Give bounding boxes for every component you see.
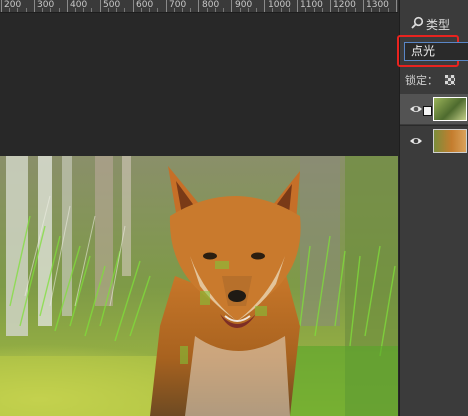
- search-icon: [411, 16, 424, 29]
- ruler-minor-tick: [83, 8, 85, 12]
- horizontal-ruler[interactable]: 200 300 400 500 600 700 800 900 1000 110…: [0, 0, 398, 13]
- ruler-major-tick: [264, 0, 266, 12]
- ruler-minor-tick: [140, 8, 142, 12]
- ruler-minor-tick: [239, 8, 241, 12]
- ruler-major-tick: [297, 0, 299, 12]
- ruler-minor-tick: [206, 8, 208, 12]
- filter-kind-label[interactable]: 类型: [426, 18, 450, 32]
- ruler-label: 700: [169, 0, 187, 10]
- layers-panel: 类型 点光 锁定：: [397, 0, 468, 416]
- ruler-major-tick: [330, 0, 331, 12]
- ruler-minor-tick: [288, 8, 290, 12]
- ruler-minor-tick: [223, 8, 224, 12]
- ruler-label: 300: [37, 0, 55, 10]
- ruler-minor-tick: [190, 8, 192, 12]
- ruler-minor-tick: [157, 8, 159, 12]
- ruler-major-tick: [66, 0, 68, 12]
- ruler-minor-tick: [50, 8, 52, 12]
- ruler-label: 500: [103, 0, 121, 10]
- ruler-minor-tick: [149, 8, 150, 12]
- ruler-label: 1300: [366, 0, 389, 10]
- ruler-minor-tick: [214, 8, 216, 12]
- ruler-major-tick: [198, 0, 200, 12]
- ruler-label: 1200: [333, 0, 356, 10]
- ruler-minor-tick: [255, 8, 257, 12]
- layer-row[interactable]: [400, 125, 468, 155]
- ruler-minor-tick: [173, 8, 175, 12]
- ruler-minor-tick: [9, 8, 11, 12]
- ruler-minor-tick: [354, 8, 356, 12]
- eye-icon[interactable]: [409, 134, 423, 148]
- smart-object-badge-icon: [423, 106, 432, 116]
- eye-icon[interactable]: [409, 102, 423, 116]
- ruler-major-tick: [231, 0, 233, 12]
- layer-thumbnail[interactable]: [433, 129, 467, 153]
- ruler-minor-tick: [42, 8, 44, 12]
- ruler-major-tick: [362, 0, 364, 12]
- ruler-major-tick: [132, 0, 134, 12]
- ruler-minor-tick: [272, 8, 274, 12]
- ruler-minor-tick: [124, 8, 126, 12]
- ruler-major-tick: [99, 0, 101, 12]
- ruler-label: 600: [136, 0, 154, 10]
- ruler-minor-tick: [116, 8, 118, 12]
- ruler-major-tick: [33, 0, 35, 12]
- lock-row: 锁定：: [400, 70, 468, 90]
- blend-mode-select[interactable]: 点光: [404, 42, 468, 61]
- ruler-label: 400: [70, 0, 88, 10]
- ruler-minor-tick: [58, 8, 60, 12]
- ruler-label: 800: [202, 0, 220, 10]
- fox-photo-image: [0, 156, 398, 416]
- ruler-minor-tick: [371, 8, 373, 12]
- ruler-label: 200: [4, 0, 22, 10]
- ruler-minor-tick: [346, 8, 348, 12]
- ruler-minor-tick: [247, 8, 249, 12]
- ruler-minor-tick: [17, 8, 19, 12]
- ruler-major-tick: [1, 0, 2, 12]
- layer-thumbnail[interactable]: [433, 97, 467, 121]
- ruler-minor-tick: [280, 8, 282, 12]
- ruler-label: 900: [235, 0, 253, 10]
- ruler-minor-tick: [379, 8, 381, 12]
- ruler-label: 1100: [300, 0, 323, 10]
- ruler-minor-tick: [25, 8, 27, 12]
- ruler-minor-tick: [181, 8, 183, 12]
- lock-label: 锁定：: [405, 74, 438, 87]
- ruler-minor-tick: [338, 8, 340, 12]
- ruler-minor-tick: [387, 8, 389, 12]
- ruler-minor-tick: [91, 8, 93, 12]
- fox-photo-layer[interactable]: [0, 156, 398, 416]
- ruler-major-tick: [165, 0, 167, 12]
- ruler-minor-tick: [75, 8, 76, 12]
- ruler-minor-tick: [321, 8, 323, 12]
- ruler-minor-tick: [313, 8, 315, 12]
- ruler-minor-tick: [305, 8, 307, 12]
- checker-lock-icon[interactable]: [445, 75, 455, 85]
- ruler-minor-tick: [107, 8, 109, 12]
- layer-row[interactable]: [400, 94, 468, 124]
- ruler-major-tick: [395, 0, 397, 12]
- blend-mode-highlight: 点光: [397, 35, 468, 67]
